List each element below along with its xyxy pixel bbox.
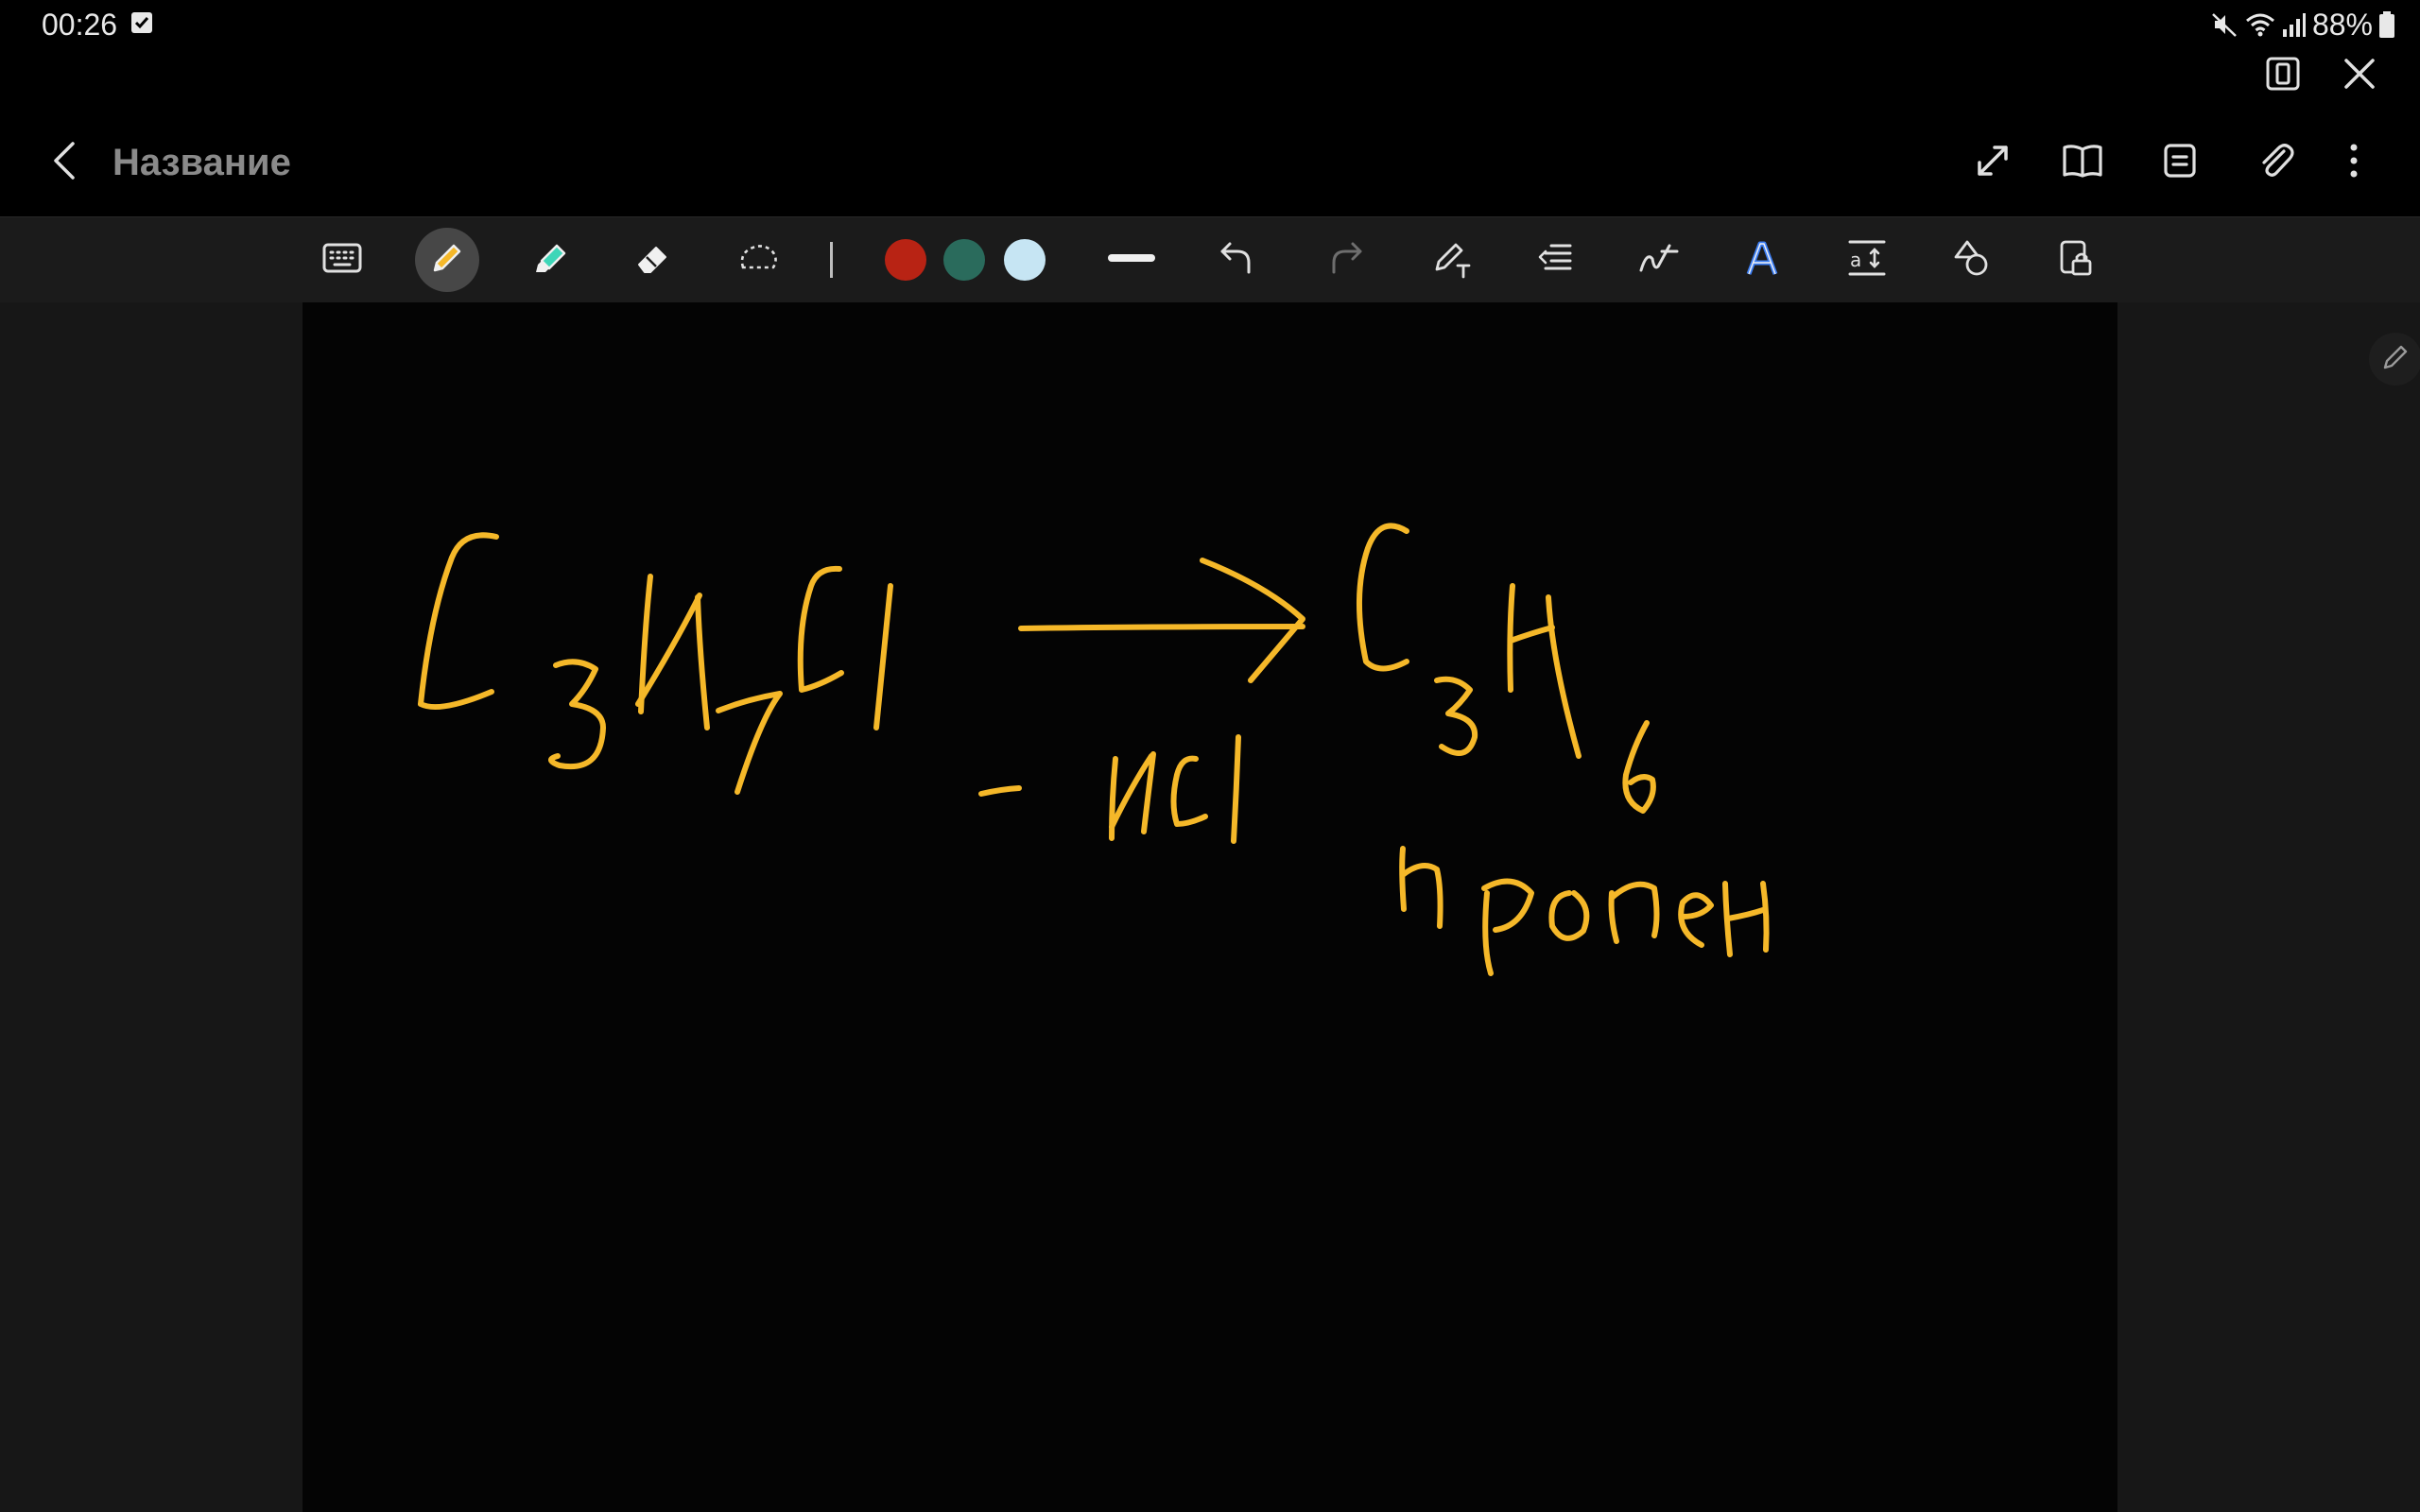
status-icons: 88% (2210, 8, 2395, 42)
battery-icon (2378, 10, 2395, 39)
keyboard-icon (322, 243, 362, 278)
battery-percent: 88% (2311, 8, 2373, 42)
stroke-width-icon (1106, 251, 1157, 269)
text-format-icon (1536, 238, 1576, 283)
ink-stroke (1622, 720, 1656, 814)
note-page[interactable]: C3H7Cl → C3H6 – HCl пропен (302, 302, 2118, 1512)
note-header: Название (0, 125, 2420, 200)
ink-stroke (1609, 881, 1660, 938)
close-window-button[interactable] (2339, 55, 2380, 96)
ink-stroke (1200, 558, 1305, 683)
lasso-select-icon (737, 241, 779, 280)
mute-icon (2210, 10, 2238, 39)
ink-stroke (1481, 878, 1534, 933)
ink-stroke (1399, 846, 1407, 912)
back-arrow-icon (50, 140, 78, 186)
color-swatch-red[interactable] (885, 239, 926, 281)
pencil-icon (2379, 341, 2411, 378)
note-title[interactable]: Название (112, 140, 291, 185)
text-style-icon (1743, 238, 1781, 283)
ink-stroke (1434, 676, 1478, 757)
floating-pen-button[interactable] (2369, 333, 2420, 386)
ink-stroke (1018, 624, 1305, 631)
text-spacing-tool[interactable]: a (1835, 228, 1899, 292)
pen-to-text-icon (1431, 237, 1473, 284)
redo-button[interactable] (1314, 228, 1378, 292)
check-notification-icon (130, 11, 153, 34)
ink-stroke (1357, 523, 1409, 672)
text-spacing-icon: a (1846, 238, 1888, 283)
color-swatch-teal[interactable] (943, 239, 985, 281)
status-bar: 00:26 88% (0, 0, 2420, 49)
multi-window-icon (2264, 55, 2302, 97)
ink-stroke (1231, 734, 1241, 844)
ink-stroke (548, 659, 606, 770)
lock-icon (2057, 238, 2095, 283)
attach-button[interactable] (2252, 138, 2301, 187)
ink-stroke (978, 785, 1022, 797)
ink-stroke (418, 532, 499, 710)
stroke-width-tool[interactable] (1099, 228, 1164, 292)
highlighter-icon (530, 238, 570, 283)
page-settings-icon (2161, 142, 2199, 184)
pen-to-text-tool[interactable] (1420, 228, 1484, 292)
pen-icon (427, 238, 467, 283)
shapes-icon (1952, 238, 1992, 283)
ink-stroke (1170, 755, 1208, 827)
close-icon (2341, 55, 2378, 97)
handwriting-tool[interactable] (1626, 228, 1690, 292)
page-settings-button[interactable] (2155, 138, 2204, 187)
pen-tool[interactable] (415, 228, 479, 292)
color-swatch-light-blue[interactable] (1004, 239, 1046, 281)
ink-stroke (1548, 890, 1590, 941)
eraser-icon (633, 238, 673, 283)
status-time: 00:26 (42, 8, 118, 42)
more-options-button[interactable] (2329, 138, 2378, 187)
lasso-tool[interactable] (726, 228, 790, 292)
ink-stroke (873, 583, 893, 730)
ink-stroke (716, 691, 783, 795)
svg-text:a: a (1850, 249, 1861, 271)
ink-stroke (1401, 863, 1443, 929)
ink-stroke (1678, 892, 1714, 948)
notes-app-screen: 00:26 88% Название a (0, 0, 2420, 1512)
more-options-icon (2348, 142, 2360, 184)
redo-icon (1326, 238, 1366, 283)
ink-stroke (1725, 907, 1766, 921)
ink-stroke (1508, 625, 1555, 644)
multi-window-button[interactable] (2262, 55, 2304, 96)
book-view-button[interactable] (2058, 138, 2107, 187)
highlighter-tool[interactable] (518, 228, 582, 292)
undo-button[interactable] (1204, 228, 1269, 292)
keyboard-tool[interactable] (310, 228, 374, 292)
attachment-icon (2256, 140, 2297, 186)
ink-stroke (1760, 881, 1770, 953)
undo-icon (1217, 238, 1256, 283)
eraser-tool[interactable] (621, 228, 685, 292)
ink-stroke (1482, 890, 1494, 976)
toolbar-divider (830, 242, 833, 278)
ink-stroke (797, 565, 844, 693)
back-button[interactable] (42, 138, 87, 187)
handwriting-icon (1637, 238, 1679, 283)
ink-stroke (695, 594, 710, 730)
expand-button[interactable] (1968, 138, 2017, 187)
expand-icon (1974, 142, 2012, 184)
handwriting-ink (418, 523, 1770, 976)
signal-icon (2282, 10, 2307, 39)
text-format-tool[interactable] (1524, 228, 1588, 292)
ink-stroke (1546, 594, 1582, 759)
wifi-icon (2244, 10, 2276, 39)
drawing-toolbar: a (0, 216, 2420, 303)
book-view-icon (2062, 142, 2103, 184)
shapes-tool[interactable] (1940, 228, 2004, 292)
text-style-tool[interactable] (1730, 228, 1794, 292)
lock-tool[interactable] (2044, 228, 2108, 292)
